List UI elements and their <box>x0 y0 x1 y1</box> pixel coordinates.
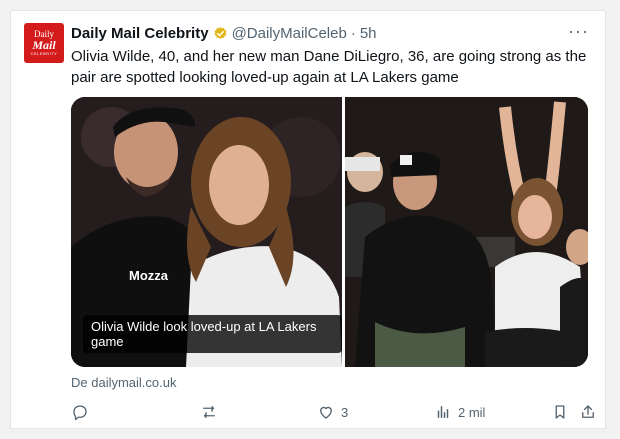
views-button[interactable]: 2 mil <box>434 403 485 421</box>
reply-icon <box>73 405 87 421</box>
link-source[interactable]: De dailymail.co.uk <box>71 375 177 390</box>
share-button[interactable] <box>579 403 597 421</box>
share-icon <box>582 405 594 418</box>
tweet-header: Daily Mail Celebrity @DailyMailCeleb · 5… <box>71 25 377 42</box>
author-name[interactable]: Daily Mail Celebrity <box>71 25 209 42</box>
action-bar: 3 2 mil <box>71 403 594 425</box>
bookmark-button[interactable] <box>551 403 569 421</box>
repost-icon <box>203 406 215 418</box>
views-count: 2 mil <box>458 404 486 420</box>
photo-cheering-illustration <box>345 97 588 367</box>
tweet-card[interactable]: Daily Mail CELEBRITY Daily Mail Celebrit… <box>10 10 606 429</box>
bookmark-icon <box>555 405 565 419</box>
photo-left: Mozza Olivia Wilde look loved-up at LA L… <box>71 97 342 367</box>
avatar-line2: Mail <box>32 38 56 52</box>
photo-right <box>345 97 588 367</box>
reply-button[interactable] <box>71 403 95 421</box>
verified-badge-icon <box>214 26 226 39</box>
tweet-text: Olivia Wilde, 40, and her new man Dane D… <box>71 48 587 86</box>
avatar[interactable]: Daily Mail CELEBRITY <box>24 23 64 63</box>
like-count: 3 <box>341 404 349 420</box>
repost-button[interactable] <box>200 403 224 421</box>
like-button[interactable]: 3 <box>317 403 348 421</box>
avatar-line3: CELEBRITY <box>30 51 58 56</box>
more-options-icon[interactable]: ··· <box>568 21 589 42</box>
timestamp[interactable]: 5h <box>360 25 377 42</box>
media-caption: Olivia Wilde look loved-up at LA Lakers … <box>83 315 342 353</box>
svg-text:Mozza: Mozza <box>129 268 169 283</box>
separator: · <box>350 25 356 42</box>
author-handle[interactable]: @DailyMailCeleb <box>232 25 347 42</box>
views-chart-icon <box>437 406 449 418</box>
heart-icon <box>320 406 332 419</box>
media-card[interactable]: Mozza Olivia Wilde look loved-up at LA L… <box>71 97 588 367</box>
